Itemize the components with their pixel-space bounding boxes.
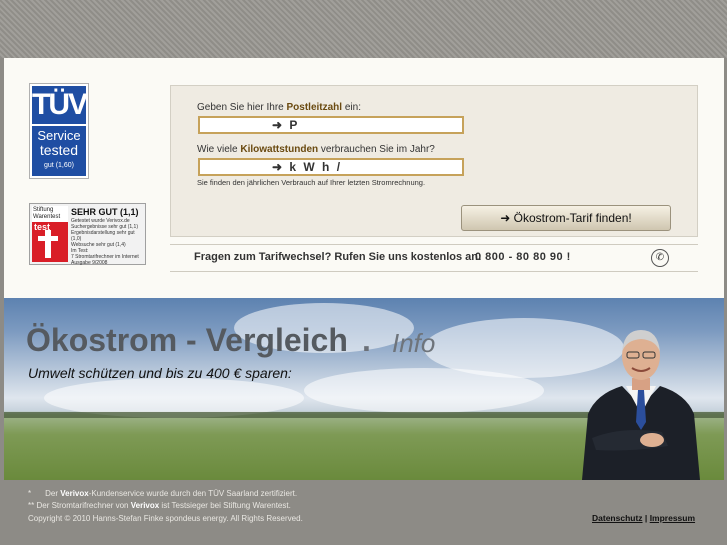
copyright: Copyright © 2010 Hanns-Stefan Finke spon… <box>28 514 303 523</box>
phone-bar: Fragen zum Tarifwechsel? Rufen Sie uns k… <box>170 244 698 272</box>
footnote-tuv: * Der Verivox-Kundenservice wurde durch d… <box>28 489 298 498</box>
tuv-service-tested: Service tested gut (1,60) <box>32 126 86 176</box>
hero-title: Ökostrom - Vergleich <box>26 322 348 358</box>
stiftung-warentest-badge[interactable]: Stiftung Warentest test SEHR GUT (1,1) G… <box>29 203 146 266</box>
cross-icon <box>45 230 51 258</box>
tuv-badge[interactable]: TÜV Service tested gut (1,60) <box>29 83 89 179</box>
hero-subtitle: Umwelt schützen und bis zu 400 € sparen: <box>28 365 292 381</box>
businessman-image <box>582 330 700 480</box>
warentest-details: SEHR GUT (1,1) Getestet wurde Verivox.de… <box>71 207 143 266</box>
phone-number: 0 800 - 80 80 90 ! <box>475 251 571 263</box>
warentest-verdict: SEHR GUT (1,1) <box>71 207 139 217</box>
warentest-logo: Stiftung Warentest test <box>32 206 68 262</box>
imprint-link[interactable]: Impressum <box>650 513 695 523</box>
footer: * Der Verivox-Kundenservice wurde durch d… <box>0 480 727 545</box>
hero-dot: . <box>362 322 371 358</box>
hero-banner: Ökostrom - Vergleich . Info Umwelt schüt… <box>4 298 724 480</box>
postcode-label: Geben Sie hier Ihre Postleitzahl ein: <box>197 102 361 113</box>
footnote-warentest: ** Der Stromtarifrechner von Verivox ist… <box>28 501 291 510</box>
cloud <box>304 368 544 413</box>
postcode-input[interactable]: ➜ P <box>198 116 464 134</box>
consumption-hint: Sie finden den jährlichen Verbrauch auf … <box>197 178 426 187</box>
find-tariff-button[interactable]: ➜ Ökostrom-Tarif finden! <box>461 205 671 231</box>
kwh-label: Wie viele Kilowattstunden verbrauchen Si… <box>197 144 435 155</box>
privacy-link[interactable]: Datenschutz <box>592 513 643 523</box>
footer-links: Datenschutz | Impressum <box>592 513 695 523</box>
hero-info: Info <box>392 328 436 358</box>
phone-question: Fragen zum Tarifwechsel? Rufen Sie uns k… <box>194 251 482 263</box>
kwh-input[interactable]: ➜ k W h / <box>198 158 464 176</box>
tariff-form: Geben Sie hier Ihre Postleitzahl ein: ➜ … <box>170 85 698 237</box>
content-panel: TÜV Service tested gut (1,60) Stiftung W… <box>4 58 724 298</box>
top-frame-background <box>0 0 727 58</box>
footer-separator: | <box>644 513 648 523</box>
phone-icon: ✆ <box>651 249 669 267</box>
tuv-logo: TÜV <box>32 86 88 124</box>
tuv-rating: gut (1,60) <box>44 162 74 169</box>
